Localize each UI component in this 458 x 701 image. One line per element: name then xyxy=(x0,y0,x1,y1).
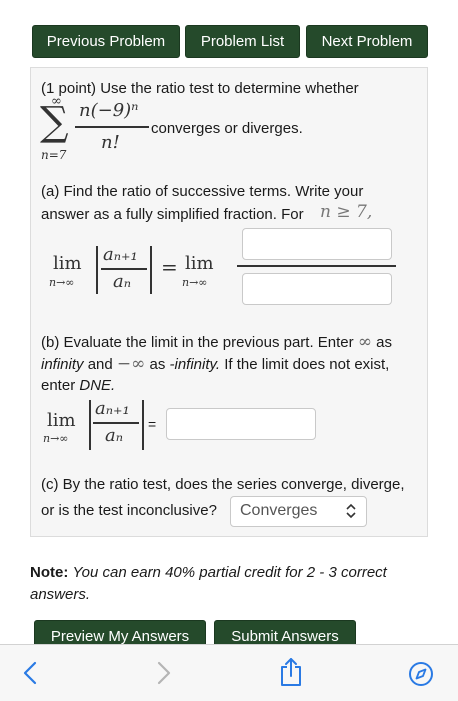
share-icon[interactable] xyxy=(279,657,303,692)
chevron-right-icon[interactable] xyxy=(156,661,172,690)
part-a-line-1: (a) Find the ratio of successive terms. … xyxy=(41,183,364,200)
sum-lower-limit: n=7 xyxy=(41,148,67,162)
partial-credit-note: Note: You can earn 40% partial credit fo… xyxy=(30,562,430,606)
part-b-ratio-denominator: aₙ xyxy=(105,425,124,446)
abs-bar-left xyxy=(96,246,98,294)
part-b-equals: = xyxy=(148,416,157,432)
term-fraction-bar xyxy=(75,126,149,128)
part-a-ratio-bar xyxy=(101,268,147,270)
part-b-abs-bar-left xyxy=(89,400,91,450)
part-c-line-2: or is the test inconclusive? xyxy=(41,502,217,519)
part-a-ratio-denominator: aₙ xyxy=(113,271,132,292)
problem-list-button[interactable]: Problem List xyxy=(185,25,300,58)
part-b-limit-input[interactable] xyxy=(166,408,316,440)
problem-intro: (1 point) Use the ratio test to determin… xyxy=(41,80,359,97)
infinity-word: infinity xyxy=(41,356,84,373)
part-a-ratio-numerator: aₙ₊₁ xyxy=(103,244,138,265)
part-b-text-1: (b) Evaluate the limit in the previous p… xyxy=(41,334,354,351)
note-text: You can earn 40% partial credit for 2 - … xyxy=(30,564,387,603)
part-b-text-2: as xyxy=(376,334,393,351)
part-b-enter: enter xyxy=(41,377,76,394)
chevron-left-icon[interactable] xyxy=(22,661,38,690)
part-a-fraction-bar xyxy=(237,265,396,267)
part-c-selected-value: Converges xyxy=(240,502,318,519)
part-c-answer-select[interactable]: Converges xyxy=(230,496,367,527)
dne-word: DNE. xyxy=(79,377,116,394)
part-a-numerator-input[interactable] xyxy=(242,228,392,260)
part-a-lim-right-sub: n→∞ xyxy=(182,276,208,289)
term-denominator: n! xyxy=(101,132,120,153)
compass-icon[interactable] xyxy=(408,661,434,692)
select-updown-icon xyxy=(346,497,356,536)
problem-panel: (1 point) Use the ratio test to determin… xyxy=(30,67,428,537)
next-problem-button[interactable]: Next Problem xyxy=(306,25,428,58)
part-b-line-3: enter DNE. xyxy=(41,375,115,397)
part-b-and: and xyxy=(87,356,113,373)
part-b-ratio-bar xyxy=(93,422,139,424)
part-a-lim-sub: n→∞ xyxy=(49,276,75,289)
preview-answers-button[interactable]: Preview My Answers xyxy=(34,620,206,646)
part-c-line-1: (c) By the ratio test, does the series c… xyxy=(41,476,405,493)
submit-answers-button[interactable]: Submit Answers xyxy=(214,620,356,646)
neg-infinity-symbol: −∞ xyxy=(116,354,146,374)
previous-problem-button[interactable]: Previous Problem xyxy=(32,25,180,58)
term-numerator: n(−9)ⁿ xyxy=(79,100,139,121)
part-b-ratio-numerator: aₙ₊₁ xyxy=(95,398,130,419)
converges-or-diverges-text: converges or diverges. xyxy=(151,120,303,137)
browser-toolbar xyxy=(0,644,458,701)
part-b-line-1: (b) Evaluate the limit in the previous p… xyxy=(41,331,392,354)
part-b-as: as xyxy=(149,356,166,373)
part-a-equals: = xyxy=(161,255,178,279)
neg-infinity-word: -infinity. xyxy=(169,356,221,373)
part-a-line-2: answer as a fully simplified fraction. F… xyxy=(41,206,304,223)
part-b-line-2: infinity and −∞ as -infinity. If the lim… xyxy=(41,353,389,376)
infinity-symbol: ∞ xyxy=(357,332,372,352)
part-b-lim-sub: n→∞ xyxy=(43,432,69,445)
part-a-denominator-input[interactable] xyxy=(242,273,392,305)
abs-bar-right xyxy=(150,246,152,294)
part-a-lim: lim xyxy=(53,253,82,274)
part-a-condition: n ≥ 7, xyxy=(320,202,373,222)
part-b-dne-text: If the limit does not exist, xyxy=(224,356,390,373)
part-b-abs-bar-right xyxy=(142,400,144,450)
sum-symbol: ∑ xyxy=(40,99,69,145)
note-label: Note: xyxy=(30,564,69,581)
part-b-lim: lim xyxy=(47,410,76,431)
part-a-lim-right: lim xyxy=(185,253,214,274)
